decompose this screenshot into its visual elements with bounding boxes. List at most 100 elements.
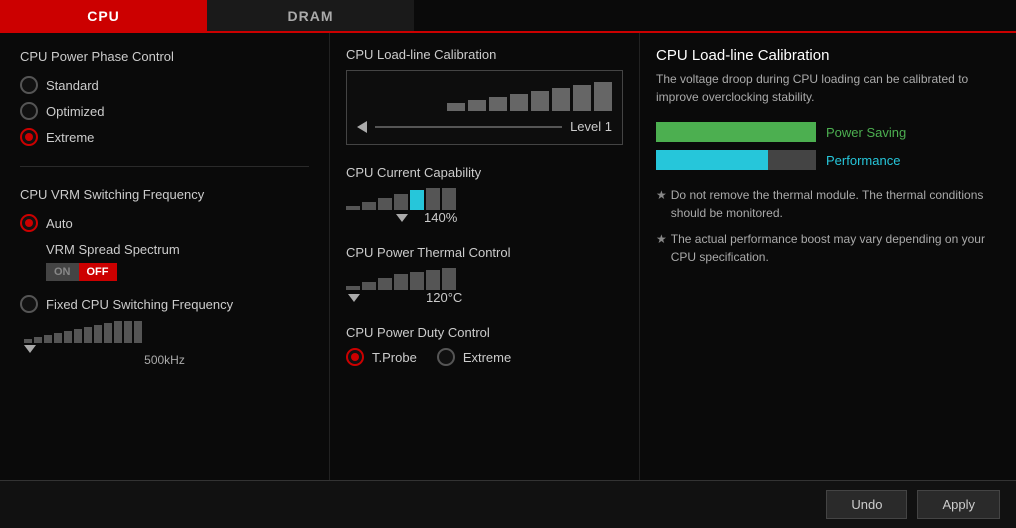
step	[346, 286, 360, 290]
radio-circle-auto	[20, 214, 38, 232]
note-2: ★ The actual performance boost may vary …	[656, 230, 1000, 266]
freq-arrow	[24, 345, 36, 353]
cal-step	[552, 88, 570, 111]
radio-standard[interactable]: Standard	[20, 76, 309, 94]
cal-step	[489, 97, 507, 111]
thermal-arrow	[348, 294, 360, 302]
power-saving-label: Power Saving	[826, 125, 906, 140]
step	[426, 188, 440, 210]
right-panel: CPU Load-line Calibration The voltage dr…	[640, 33, 1016, 480]
radio-circle-standard	[20, 76, 38, 94]
bottom-bar: Undo Apply	[0, 480, 1016, 528]
radio-circle-optimized	[20, 102, 38, 120]
vrm-freq-title: CPU VRM Switching Frequency	[20, 187, 309, 202]
step	[134, 321, 142, 343]
radio-circle-duty-extreme	[437, 348, 455, 366]
current-title: CPU Current Capability	[346, 165, 623, 180]
middle-panel: CPU Load-line Calibration Level 1	[330, 33, 640, 480]
step	[362, 202, 376, 210]
level-label: Level 1	[570, 119, 612, 134]
step	[64, 331, 72, 343]
step	[104, 323, 112, 343]
cal-step	[573, 85, 591, 111]
radio-extreme[interactable]: Extreme	[20, 128, 309, 146]
duty-tprobe[interactable]: T.Probe	[346, 348, 417, 366]
current-arrow	[396, 214, 408, 222]
cal-step	[510, 94, 528, 111]
step	[24, 339, 32, 343]
step	[74, 329, 82, 343]
duty-title: CPU Power Duty Control	[346, 325, 623, 340]
note-1: ★ Do not remove the thermal module. The …	[656, 186, 1000, 222]
calibration-box: Level 1	[346, 70, 623, 145]
apply-button[interactable]: Apply	[917, 490, 1000, 519]
step	[410, 272, 424, 290]
step	[410, 190, 424, 210]
radio-circle-tprobe	[346, 348, 364, 366]
legend-power-saving: Power Saving	[656, 122, 1000, 142]
right-title: CPU Load-line Calibration	[656, 47, 1000, 64]
radio-optimized[interactable]: Optimized	[20, 102, 309, 120]
step	[442, 188, 456, 210]
level-arrow	[357, 121, 367, 133]
radio-auto[interactable]: Auto	[20, 214, 309, 232]
right-desc: The voltage droop during CPU loading can…	[656, 70, 1000, 106]
current-block: CPU Current Capability 140%	[346, 165, 623, 225]
cal-step	[468, 100, 486, 111]
step	[54, 333, 62, 343]
step	[394, 194, 408, 210]
toggle-row: ON OFF	[46, 263, 309, 281]
freq-arrow-row	[24, 345, 305, 353]
step	[34, 337, 42, 343]
thermal-slider-steps	[346, 268, 623, 290]
undo-button[interactable]: Undo	[826, 490, 907, 519]
step	[44, 335, 52, 343]
step	[378, 198, 392, 210]
step	[378, 278, 392, 290]
current-value-row: 140%	[346, 210, 623, 225]
calibration-steps	[357, 81, 612, 111]
step	[114, 321, 122, 343]
step	[346, 206, 360, 210]
freq-slider-container: 500kHz	[20, 321, 309, 367]
tab-cpu[interactable]: CPU	[0, 0, 207, 31]
radio-fixed[interactable]: Fixed CPU Switching Frequency	[20, 295, 309, 313]
phase-control-title: CPU Power Phase Control	[20, 49, 309, 64]
spread-spectrum-row: VRM Spread Spectrum ON OFF	[46, 242, 309, 281]
freq-value: 500kHz	[24, 353, 305, 367]
level-row: Level 1	[357, 119, 612, 134]
radio-circle-fixed	[20, 295, 38, 313]
phase-control-group: Standard Optimized Extreme	[20, 76, 309, 146]
cal-step	[447, 103, 465, 111]
spread-spectrum-label: VRM Spread Spectrum	[46, 242, 309, 257]
toggle-off-button[interactable]: OFF	[79, 263, 117, 281]
top-tab-bar: CPU DRAM	[0, 0, 1016, 33]
thermal-value: 120°C	[426, 290, 462, 305]
step	[442, 268, 456, 290]
duty-extreme[interactable]: Extreme	[437, 348, 511, 366]
step	[426, 270, 440, 290]
thermal-block: CPU Power Thermal Control 120°C	[346, 245, 623, 305]
performance-bar	[656, 150, 768, 170]
step	[94, 325, 102, 343]
performance-bar-container	[656, 150, 816, 170]
power-saving-bar-container	[656, 122, 816, 142]
divider-1	[20, 166, 309, 167]
step	[362, 282, 376, 290]
performance-label: Performance	[826, 153, 900, 168]
radio-circle-extreme	[20, 128, 38, 146]
left-panel: CPU Power Phase Control Standard Optimiz…	[0, 33, 330, 480]
main-content: CPU Power Phase Control Standard Optimiz…	[0, 33, 1016, 480]
step	[124, 321, 132, 343]
calibration-block: CPU Load-line Calibration Level 1	[346, 47, 623, 145]
step	[394, 274, 408, 290]
note-star-2: ★	[656, 230, 667, 266]
thermal-value-row: 120°C	[346, 290, 623, 305]
duty-radio-row: T.Probe Extreme	[346, 348, 623, 366]
current-slider-steps	[346, 188, 623, 210]
notes-section: ★ Do not remove the thermal module. The …	[656, 186, 1000, 266]
level-line	[375, 126, 562, 128]
toggle-on-button[interactable]: ON	[46, 263, 79, 281]
cal-step	[531, 91, 549, 111]
tab-dram[interactable]: DRAM	[207, 0, 414, 31]
